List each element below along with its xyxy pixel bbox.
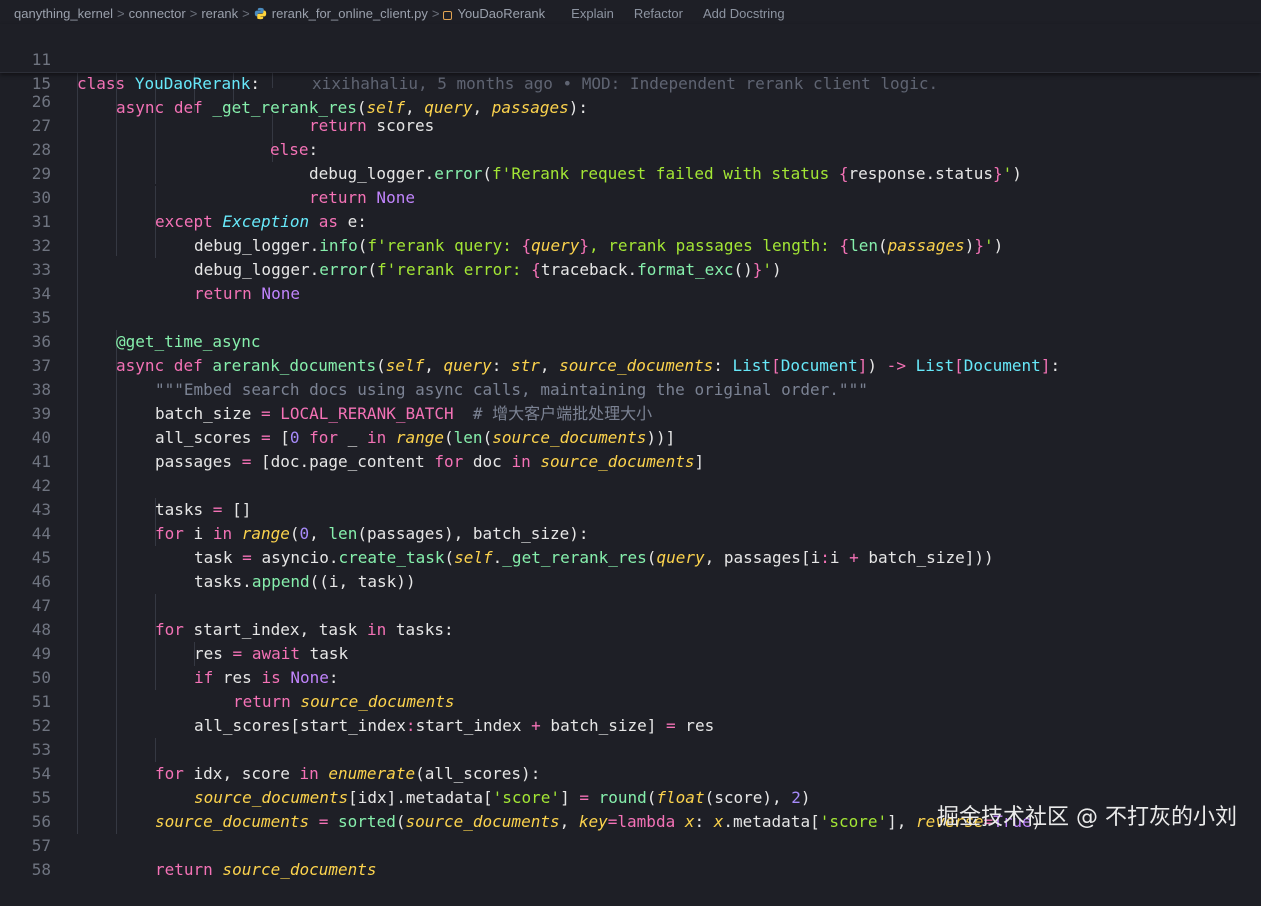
line-number: 15: [31, 74, 51, 93]
breadcrumb-separator: >: [117, 5, 125, 21]
keyword: async: [116, 98, 165, 117]
code-line-44[interactable]: 44 task = asyncio.create_task(self._get_…: [0, 498, 1261, 567]
punct: :: [250, 74, 261, 93]
sticky-line-11[interactable]: 11 class YouDaoRerank: xixihahaliu, 5 mon…: [0, 24, 1261, 93]
code-line-55[interactable]: 55 source_documents = sorted(source_docu…: [0, 762, 1261, 831]
code-line-50[interactable]: 50 return source_documents: [0, 642, 1261, 711]
code-line-46[interactable]: 46: [0, 546, 1261, 591]
code-line-58[interactable]: 58: [0, 834, 1261, 879]
punct: (: [356, 98, 367, 117]
code-line-45[interactable]: 45 tasks.append((i, task)): [0, 522, 1261, 591]
code-line-51[interactable]: 51 all_scores[start_index:start_index + …: [0, 666, 1261, 735]
breadcrumb-item-rerank[interactable]: rerank: [201, 6, 238, 21]
line-number: 58: [31, 860, 51, 879]
explain-codelens[interactable]: Explain: [571, 6, 614, 21]
keyword: return: [155, 860, 213, 879]
param: query: [424, 98, 473, 117]
code-line-41[interactable]: 41: [0, 426, 1261, 471]
code-line-33[interactable]: 33 return None: [0, 234, 1261, 303]
breadcrumb-separator: >: [189, 5, 198, 21]
punct: ):: [568, 98, 589, 117]
code-text: class YouDaoRerank: xixihahaliu, 5 months…: [77, 72, 938, 96]
code-line-52[interactable]: 52: [0, 690, 1261, 735]
add-docstring-codelens[interactable]: Add Docstring: [703, 6, 785, 21]
code-text: return source_documents: [155, 858, 377, 882]
breadcrumb: qanything_kernel > connector > rerank > …: [0, 0, 1261, 26]
code-line-40[interactable]: 40 passages = [doc.page_content for doc …: [0, 402, 1261, 471]
param: source_documents: [212, 860, 377, 879]
class-name: YouDaoRerank: [134, 74, 251, 93]
code-line-54[interactable]: 54 source_documents[idx].metadata['score…: [0, 738, 1261, 807]
param: self: [366, 98, 406, 117]
code-line-30[interactable]: 30 except Exception as e:: [0, 162, 1261, 231]
breadcrumb-file-label: rerank_for_online_client.py: [271, 5, 428, 21]
breadcrumb-item-qanything-kernel[interactable]: qanything_kernel: [14, 6, 113, 21]
param: passages: [491, 98, 569, 117]
code-line-53[interactable]: 53 for idx, score in enumerate(all_score…: [0, 714, 1261, 783]
watermark: 掘金技术社区 @ 不打灰的小刘: [937, 805, 1237, 830]
code-line-43[interactable]: 43 for i in range(0, len(passages), batc…: [0, 474, 1261, 543]
refactor-codelens[interactable]: Refactor: [634, 6, 683, 21]
code-line-39[interactable]: 39 all_scores = [0 for _ in range(len(so…: [0, 378, 1261, 447]
keyword: class: [77, 74, 126, 93]
breadcrumb-item-class[interactable]: YouDaoRerank: [443, 6, 545, 21]
keyword: def: [173, 98, 203, 117]
code-line-31[interactable]: 31 debug_logger.info(f'rerank query: {qu…: [0, 186, 1261, 255]
class-symbol-icon: [443, 10, 453, 20]
code-line-34[interactable]: 34: [0, 258, 1261, 303]
git-blame-annotation: xixihahaliu, 5 months ago • MOD: Indepen…: [312, 74, 939, 93]
code-text: async def _get_rerank_res(self, query, p…: [116, 96, 588, 120]
code-line-37[interactable]: 37 """Embed search docs using async call…: [0, 330, 1261, 399]
sticky-line-15[interactable]: 15 async def _get_rerank_res(self, query…: [0, 48, 1261, 117]
sticky-scroll-header[interactable]: 11 class YouDaoRerank: xixihahaliu, 5 mon…: [0, 24, 1261, 117]
breadcrumb-separator: >: [431, 5, 440, 21]
breadcrumb-item-file[interactable]: rerank_for_online_client.py: [254, 6, 428, 21]
code-line-47[interactable]: 47 for start_index, task in tasks:: [0, 570, 1261, 639]
code-line-36[interactable]: 36 async def arerank_documents(self, que…: [0, 306, 1261, 375]
punct: ,: [405, 98, 425, 117]
code-line-42[interactable]: 42 tasks = []: [0, 450, 1261, 519]
code-line-32[interactable]: 32 debug_logger.error(f'rerank error: {t…: [0, 210, 1261, 279]
code-line-29[interactable]: 29 return None: [0, 138, 1261, 207]
code-line-35[interactable]: 35 @get_time_async: [0, 282, 1261, 351]
punct: ,: [472, 98, 492, 117]
breadcrumb-separator: >: [242, 5, 250, 21]
code-line-38[interactable]: 38 batch_size = LOCAL_RERANK_BATCH # 增大客…: [0, 354, 1261, 423]
breadcrumb-item-connector[interactable]: connector: [129, 6, 186, 21]
python-file-icon: [254, 7, 266, 19]
code-line-48[interactable]: 48 res = await task: [0, 594, 1261, 663]
function-name: _get_rerank_res: [212, 98, 357, 117]
code-line-49[interactable]: 49 if res is None:: [0, 618, 1261, 687]
breadcrumb-class-label: YouDaoRerank: [457, 5, 546, 21]
